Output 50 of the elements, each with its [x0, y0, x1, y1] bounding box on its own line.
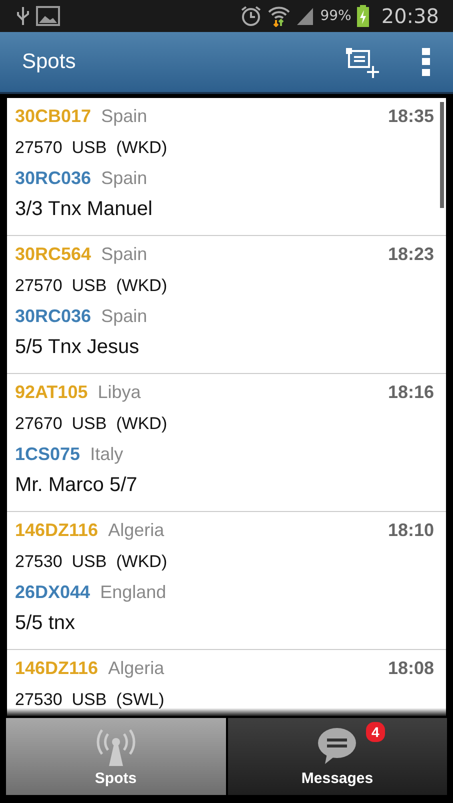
- clock-time: 20:38: [381, 4, 439, 28]
- callsign: 92AT105: [15, 382, 88, 403]
- country: Spain: [101, 106, 148, 127]
- spot-message: 5/5 Tnx Jesus: [15, 336, 140, 359]
- country: Algeria: [108, 520, 164, 541]
- callsign: 146DZ116: [15, 520, 98, 541]
- callsign: 30CB017: [15, 106, 92, 127]
- country: Algeria: [108, 658, 164, 679]
- frequency-mode: 27530 USB (SWL): [15, 690, 164, 710]
- frequency-mode: 27570 USB (WKD): [15, 276, 168, 296]
- usb-icon: [16, 6, 30, 26]
- frequency-mode: 27530 USB (WKD): [15, 552, 168, 572]
- alarm-clock-icon: [240, 5, 262, 27]
- signal-icon: [296, 6, 314, 26]
- spot-time: 18:10: [388, 520, 434, 541]
- tab[interactable]: Spots: [6, 718, 226, 795]
- spot-time: 18:16: [388, 382, 434, 403]
- spot-time: 18:35: [388, 106, 434, 127]
- spotter-country: Italy: [90, 444, 124, 465]
- spotter-callsign: 26DX044: [15, 582, 90, 603]
- frequency-mode: 27570 USB (WKD): [15, 138, 168, 158]
- tab[interactable]: Messages 4: [228, 718, 447, 795]
- spotter-callsign: 1CS075: [15, 444, 80, 465]
- battery-charging-icon: [357, 5, 370, 27]
- callsign: 30RC564: [15, 244, 92, 265]
- spot-item[interactable]: 146DZ116 Algeria 18:10 27530 USB (WKD) 26DX044 England 5/5 tnx: [7, 512, 446, 650]
- overflow-menu-icon[interactable]: [421, 48, 431, 76]
- country: Spain: [101, 244, 148, 265]
- chat-bubble-icon: [317, 726, 358, 766]
- spot-time: 18:08: [388, 658, 434, 679]
- spot-message: 3/3 Tnx Manuel: [15, 198, 152, 221]
- country: Libya: [98, 382, 141, 403]
- spot-message: Mr. Marco 5/7: [15, 474, 138, 497]
- unread-badge: 4: [366, 722, 386, 742]
- screen-title: Spots: [22, 50, 77, 74]
- spotter-callsign: 30RC036: [15, 306, 92, 327]
- spot-message: 5/5 tnx: [15, 612, 76, 635]
- spot-item[interactable]: 30RC564 Spain 18:23 27570 USB (WKD) 30RC036 Spain 5/5 Tnx Jesus: [7, 236, 446, 374]
- spot-item[interactable]: 92AT105 Libya 18:16 27670 USB (WKD) 1CS075 Italy Mr. Marco 5/7: [7, 374, 446, 512]
- callsign: 146DZ116: [15, 658, 98, 679]
- battery-percent: 99%: [320, 8, 352, 24]
- wifi-icon: [268, 5, 290, 27]
- frequency-mode: 27670 USB (WKD): [15, 414, 168, 434]
- spotter-callsign: 30RC036: [15, 168, 92, 189]
- spotter-country: Spain: [101, 168, 148, 189]
- spotter-country: Spain: [101, 306, 148, 327]
- spot-time: 18:23: [388, 244, 434, 265]
- spotter-country: England: [100, 582, 166, 603]
- add-window-icon[interactable]: [345, 46, 381, 78]
- image-icon: [36, 6, 60, 26]
